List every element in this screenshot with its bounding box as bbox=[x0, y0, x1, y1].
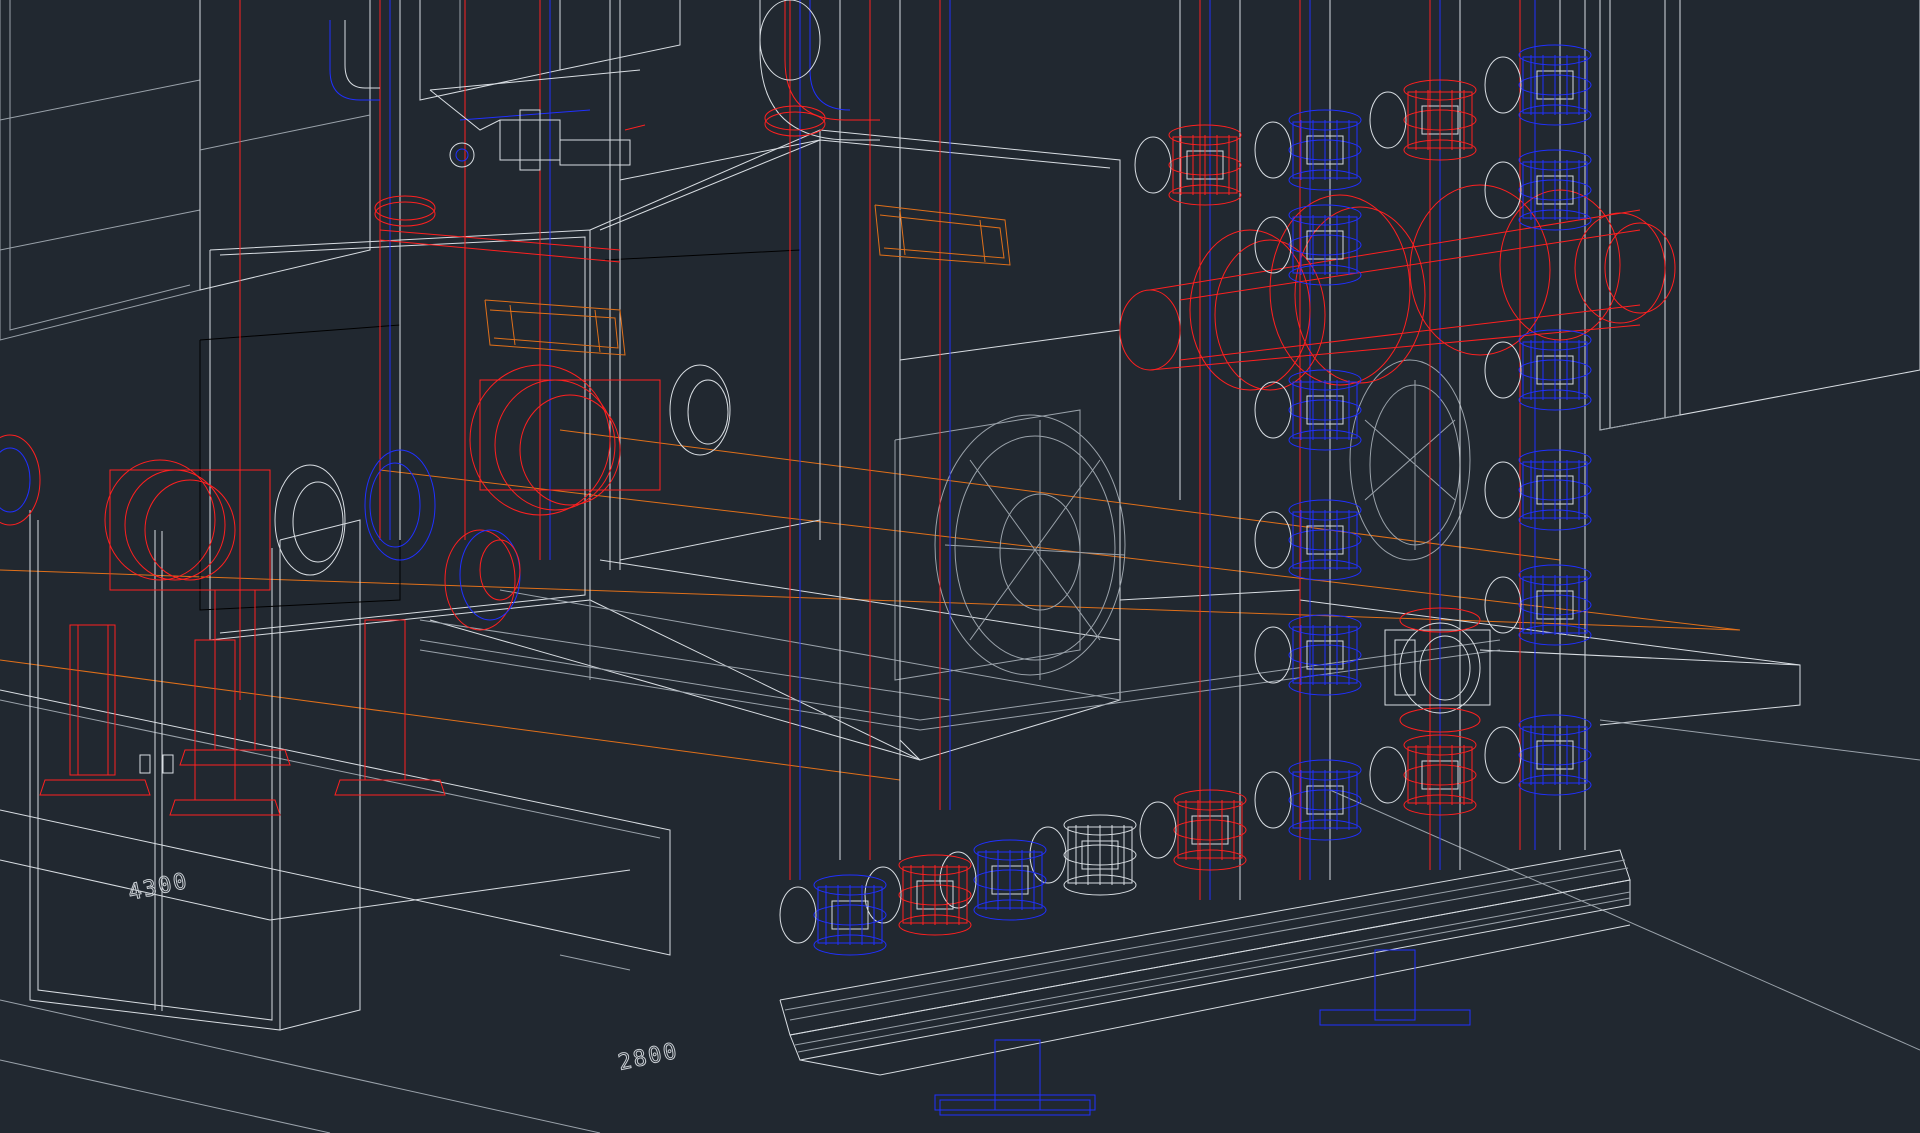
cad-viewport[interactable]: 4300 2800 bbox=[0, 0, 1920, 1133]
orange-motor-lower bbox=[484, 299, 626, 356]
flanged-valve bbox=[864, 854, 972, 936]
steel-channel-rail bbox=[779, 849, 1631, 1076]
flanged-valve bbox=[1254, 759, 1362, 841]
upper-piping bbox=[329, 0, 880, 263]
three-way-valve bbox=[1384, 607, 1491, 733]
flanged-valve bbox=[1254, 109, 1362, 191]
fan-wheel-center bbox=[894, 409, 1126, 681]
red-burner-left bbox=[0, 434, 436, 591]
flanged-valves bbox=[779, 44, 1592, 956]
dimension-label-4300: 4300 bbox=[126, 868, 631, 971]
flanged-valve bbox=[1484, 449, 1592, 531]
right-cabinet bbox=[1599, 0, 1920, 431]
flanged-valve bbox=[1254, 369, 1362, 451]
lower-rails bbox=[419, 589, 1801, 731]
flanged-valve bbox=[1254, 204, 1362, 286]
flanged-valve bbox=[1254, 499, 1362, 581]
support-stands-blue bbox=[934, 949, 1471, 1116]
vertical-lines bbox=[239, 0, 1586, 900]
flanged-valve bbox=[1484, 714, 1592, 796]
orange-motor-upper bbox=[874, 204, 1011, 266]
flanged-valve bbox=[939, 839, 1047, 921]
flanged-valve bbox=[1029, 814, 1137, 896]
dimension-text-2800: 2800 bbox=[616, 1039, 681, 1076]
flanged-valve bbox=[1484, 44, 1592, 126]
fan-wheel-right bbox=[1349, 359, 1471, 561]
top-valve-cluster bbox=[374, 89, 826, 227]
cad-3d-wireframe-model[interactable]: 4300 2800 bbox=[0, 0, 1920, 1133]
floor-slab bbox=[0, 649, 1920, 1133]
red-pipe-header bbox=[1119, 184, 1676, 391]
wall-panels bbox=[0, 0, 681, 341]
flanged-valve bbox=[1484, 149, 1592, 231]
dimension-label-2800: 2800 bbox=[616, 1038, 682, 1076]
support-stands-red bbox=[39, 589, 446, 816]
flanged-valve bbox=[1254, 614, 1362, 696]
flanged-valve bbox=[1139, 789, 1247, 871]
flanged-valve bbox=[1134, 124, 1242, 206]
flanged-valve bbox=[1484, 564, 1592, 646]
flanged-valve bbox=[1484, 329, 1592, 411]
